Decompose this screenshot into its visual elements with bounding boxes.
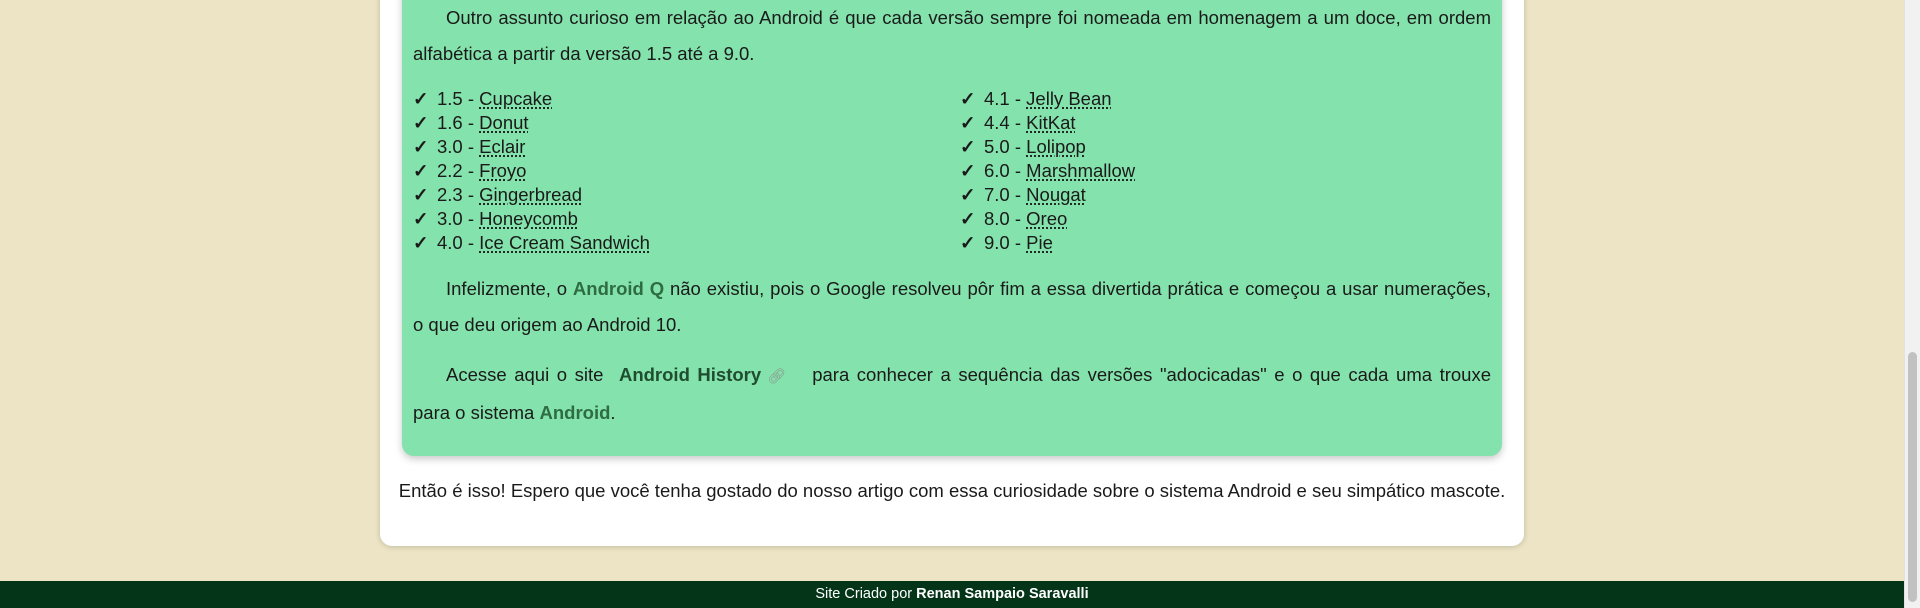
- intro-paragraph: Outro assunto curioso em relação ao Andr…: [413, 7, 1491, 64]
- android-history-paragraph: Acesse aqui o site Android History 🔗︎ para…: [413, 357, 1491, 430]
- check-icon: ✓: [413, 112, 429, 133]
- version-number: 8.0: [984, 208, 1010, 229]
- version-number: 4.4: [984, 112, 1010, 133]
- check-icon: ✓: [960, 208, 976, 229]
- version-name: Oreo: [1026, 208, 1068, 229]
- footer-author: Renan Sampaio Saravalli: [916, 586, 1089, 602]
- version-number: 2.2: [437, 160, 463, 181]
- version-name: Honeycomb: [479, 208, 578, 229]
- check-icon: ✓: [960, 160, 976, 181]
- version-name: Marshmallow: [1026, 160, 1136, 181]
- version-number: 4.0: [437, 232, 463, 253]
- check-icon: ✓: [960, 184, 976, 205]
- version-number: 5.0: [984, 136, 1010, 157]
- version-name: Cupcake: [479, 88, 553, 109]
- check-icon: ✓: [960, 136, 976, 157]
- list-item: ✓ 2.3 - Gingerbread: [413, 184, 583, 205]
- check-icon: ✓: [960, 232, 976, 253]
- version-number: 3.0: [437, 136, 463, 157]
- version-number: 1.5: [437, 88, 463, 109]
- version-name: Pie: [1026, 232, 1053, 253]
- android-highlight: Android: [539, 401, 611, 423]
- version-number: 3.0: [437, 208, 463, 229]
- version-number: 7.0: [984, 184, 1010, 205]
- version-name: Froyo: [479, 160, 527, 181]
- check-icon: ✓: [413, 160, 429, 181]
- list-item: ✓ 3.0 - Honeycomb: [413, 208, 578, 229]
- external-link-icon[interactable]: 🔗︎: [767, 359, 786, 395]
- check-icon: ✓: [960, 88, 976, 109]
- vertical-scrollbar[interactable]: [1904, 0, 1920, 608]
- versions-list-right: ✓ 4.1 - Jelly Bean ✓ 4.4 - KitKat ✓ 5.0 - L…: [960, 87, 1135, 255]
- version-name: Ice Cream Sandwich: [479, 232, 650, 253]
- version-number: 1.6: [437, 112, 463, 133]
- check-icon: ✓: [413, 136, 429, 157]
- version-name: Lolipop: [1026, 136, 1086, 157]
- versions-list-left: ✓ 1.5 - Cupcake ✓ 1.6 - Donut ✓ 3.0 - Eclai…: [413, 87, 650, 255]
- version-number: 2.3: [437, 184, 463, 205]
- list-item: ✓ 3.0 - Eclair: [413, 136, 526, 157]
- list-item: ✓ 6.0 - Marshmallow: [960, 160, 1136, 181]
- version-name: KitKat: [1026, 112, 1076, 133]
- list-item: ✓ 9.0 - Pie: [960, 232, 1053, 253]
- check-icon: ✓: [413, 232, 429, 253]
- list-item: ✓ 8.0 - Oreo: [960, 208, 1068, 229]
- scrollbar-thumb[interactable]: [1908, 352, 1917, 602]
- check-icon: ✓: [413, 184, 429, 205]
- android-q-highlight: Android Q: [572, 278, 665, 299]
- footer-prefix: Site Criado por: [815, 586, 917, 602]
- version-name: Nougat: [1026, 184, 1086, 205]
- version-name: Eclair: [479, 136, 526, 157]
- list-item: ✓ 2.2 - Froyo: [413, 160, 527, 181]
- list-item: ✓ 1.6 - Donut: [413, 112, 529, 133]
- site-footer: Site Criado por Renan Sampaio Saravalli: [0, 581, 1904, 608]
- version-name: Gingerbread: [479, 184, 583, 205]
- list-item: ✓ 7.0 - Nougat: [960, 184, 1086, 205]
- list-item: ✓ 1.5 - Cupcake: [413, 88, 553, 109]
- list-item: ✓ 4.1 - Jelly Bean: [960, 88, 1112, 109]
- closing-paragraph: Então é isso! Espero que você tenha gost…: [398, 480, 1506, 501]
- android-q-paragraph: Infelizmente, o Android Q não existiu, p…: [413, 278, 1491, 335]
- list-item: ✓ 4.4 - KitKat: [960, 112, 1076, 133]
- check-icon: ✓: [413, 208, 429, 229]
- version-name: Donut: [479, 112, 529, 133]
- version-number: 6.0: [984, 160, 1010, 181]
- version-name: Jelly Bean: [1026, 88, 1112, 109]
- check-icon: ✓: [960, 112, 976, 133]
- android-history-link[interactable]: Android History: [619, 364, 761, 385]
- version-number: 4.1: [984, 88, 1010, 109]
- list-item: ✓ 5.0 - Lolipop: [960, 136, 1086, 157]
- check-icon: ✓: [413, 88, 429, 109]
- version-number: 9.0: [984, 232, 1010, 253]
- list-item: ✓ 4.0 - Ice Cream Sandwich: [413, 232, 650, 253]
